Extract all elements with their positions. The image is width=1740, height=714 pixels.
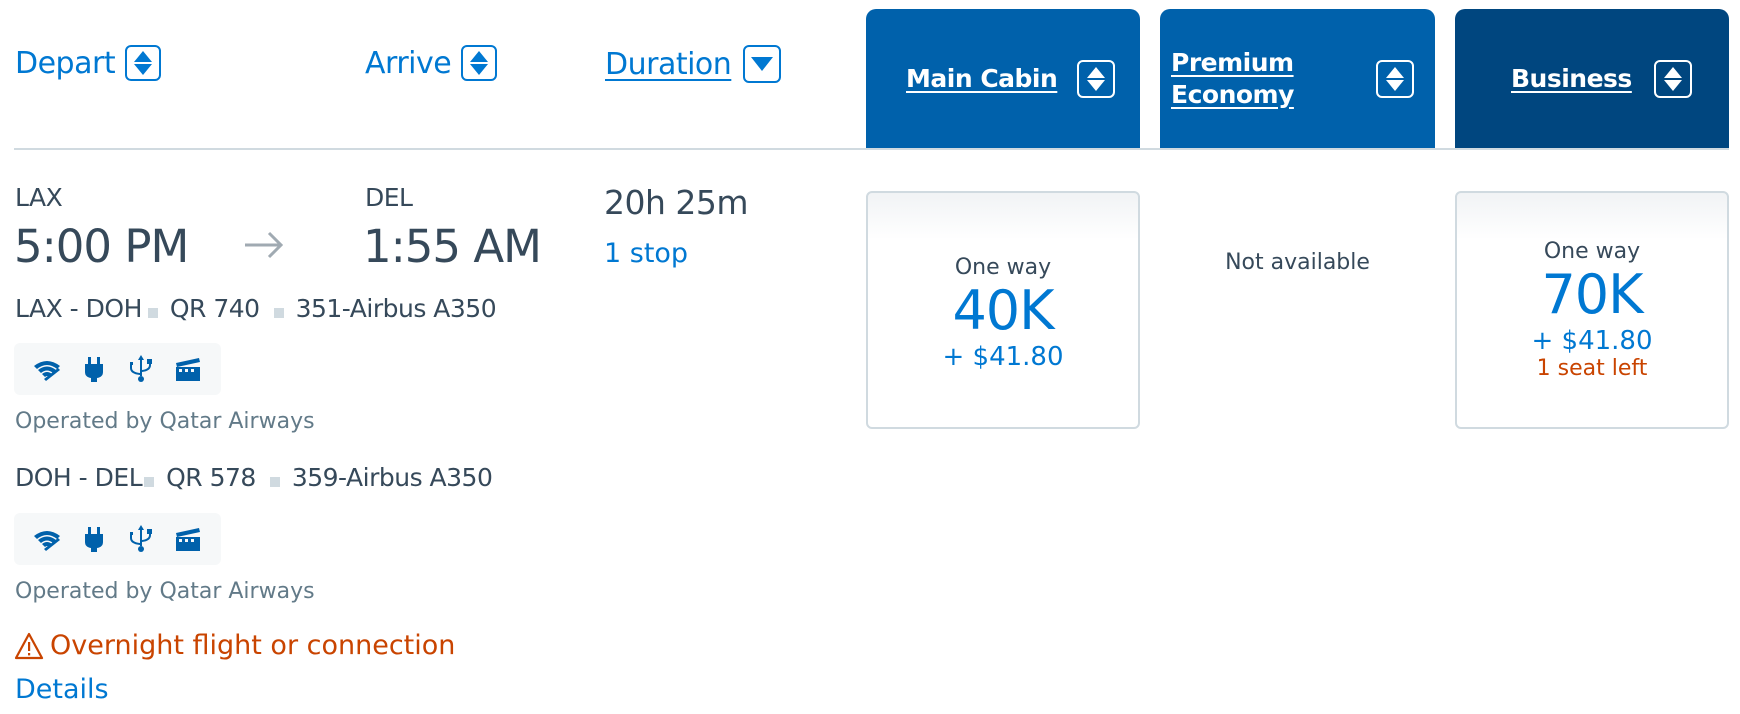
entertainment-icon — [175, 528, 200, 551]
main-cabin-label[interactable]: Main Cabin — [906, 63, 1058, 95]
segment-route: LAX - DOH — [15, 294, 142, 323]
cabin-header-main-cabin[interactable]: Main Cabin — [866, 9, 1140, 148]
usb-icon — [129, 355, 152, 382]
seats-left: 1 seat left — [1536, 356, 1648, 381]
duration-header-label[interactable]: Duration — [605, 47, 732, 82]
segment-2-info: DOH - DEL QR 578 359-Airbus A350 — [15, 463, 493, 492]
header-divider — [14, 148, 1729, 150]
arrive-time: 1:55 AM — [363, 220, 542, 273]
separator — [273, 307, 284, 318]
origin-code: LAX — [15, 183, 63, 212]
flight-duration: 20h 25m — [604, 183, 749, 222]
separator — [269, 476, 280, 487]
segment-aircraft: 359-Airbus A350 — [291, 463, 493, 492]
sort-up-down-icon[interactable] — [1077, 59, 1116, 98]
segment-1-operator: Operated by Qatar Airways — [15, 409, 315, 434]
fare-trip-type: One way — [954, 254, 1052, 280]
depart-header-label[interactable]: Depart — [15, 46, 116, 81]
sort-arrive[interactable]: Arrive — [365, 45, 498, 81]
premium-economy-label[interactable]: Premium Economy — [1171, 47, 1294, 111]
segment-2-amenities — [14, 513, 221, 565]
fare-miles: 40K — [952, 278, 1054, 342]
sort-up-down-icon[interactable] — [461, 45, 498, 81]
fare-card-business[interactable]: One way 70K + $41.80 1 seat left — [1455, 191, 1729, 429]
sort-duration[interactable]: Duration — [605, 45, 782, 83]
wifi-icon — [34, 361, 61, 381]
segment-flight-number: QR 740 — [169, 294, 260, 323]
usb-icon — [129, 525, 152, 552]
sort-up-down-icon[interactable] — [1376, 59, 1414, 98]
fare-trip-type: One way — [1543, 239, 1641, 264]
overnight-warning: Overnight flight or connection — [14, 630, 455, 661]
fare-fee: + $41.80 — [1531, 326, 1653, 356]
segment-aircraft: 351-Airbus A350 — [295, 294, 497, 323]
details-link[interactable]: Details — [15, 674, 109, 705]
segment-2-operator: Operated by Qatar Airways — [15, 579, 315, 604]
sort-up-down-icon[interactable] — [125, 45, 162, 81]
power-outlet-icon — [85, 527, 104, 552]
cabin-header-business[interactable]: Business — [1455, 9, 1729, 148]
premium-economy-label-line2[interactable]: Economy — [1171, 79, 1294, 111]
segment-route: DOH - DEL — [15, 463, 143, 492]
wifi-icon — [34, 531, 61, 551]
segment-1-amenities — [14, 343, 221, 395]
sort-depart[interactable]: Depart — [15, 45, 162, 81]
sort-up-down-icon[interactable] — [1653, 59, 1692, 98]
warning-icon — [14, 632, 44, 659]
arrive-header-label[interactable]: Arrive — [365, 46, 452, 81]
sort-down-icon[interactable] — [743, 45, 782, 83]
warning-text: Overnight flight or connection — [50, 630, 456, 661]
separator — [144, 476, 155, 487]
premium-economy-label-line1[interactable]: Premium — [1171, 47, 1294, 79]
fare-fee: + $41.80 — [942, 341, 1064, 372]
cabin-header-premium-economy[interactable]: Premium Economy — [1160, 9, 1435, 148]
fare-card-main-cabin[interactable]: One way 40K + $41.80 — [866, 191, 1140, 429]
segment-1-info: LAX - DOH QR 740 351-Airbus A350 — [15, 294, 497, 323]
fare-premium-economy: Not available — [1160, 250, 1435, 275]
fare-miles: 70K — [1541, 263, 1643, 326]
business-label[interactable]: Business — [1511, 63, 1632, 95]
separator — [147, 307, 158, 318]
entertainment-icon — [175, 358, 200, 381]
depart-time: 5:00 PM — [14, 220, 189, 273]
destination-code: DEL — [365, 183, 413, 212]
not-available-text: Not available — [1225, 250, 1370, 275]
power-outlet-icon — [85, 357, 104, 382]
segment-flight-number: QR 578 — [166, 463, 256, 492]
arrow-right-icon — [243, 228, 285, 266]
stops-link[interactable]: 1 stop — [604, 238, 688, 269]
